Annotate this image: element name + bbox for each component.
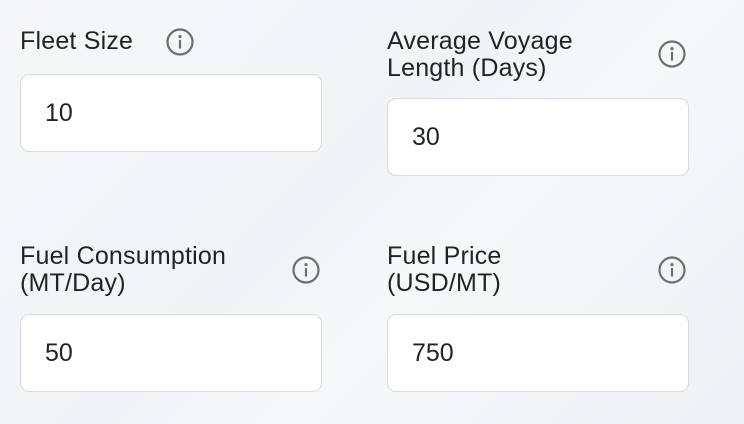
average-voyage-length-input[interactable] [387, 98, 689, 176]
info-icon[interactable] [658, 40, 686, 68]
info-icon-graphic [658, 256, 686, 284]
fuel-consumption-label-row: Fuel Consumption (MT/Day) [20, 243, 322, 297]
info-icon[interactable] [292, 256, 320, 284]
info-icon[interactable] [658, 256, 686, 284]
info-icon-graphic [658, 40, 686, 68]
fuel-price-label-row: Fuel Price (USD/MT) [387, 243, 689, 297]
fleet-size-input[interactable] [20, 74, 322, 152]
fuel-price-input[interactable] [387, 314, 689, 392]
fuel-price-label: Fuel Price (USD/MT) [387, 242, 502, 297]
info-icon[interactable] [166, 28, 194, 56]
average-voyage-length-label: Average Voyage Length (Days) [387, 27, 573, 82]
average-voyage-length-label-row: Average Voyage Length (Days) [387, 28, 689, 82]
fuel-consumption-label: Fuel Consumption (MT/Day) [20, 242, 227, 297]
info-icon-graphic [292, 256, 320, 284]
info-icon-graphic [166, 28, 194, 56]
fuel-consumption-input[interactable] [20, 314, 322, 392]
